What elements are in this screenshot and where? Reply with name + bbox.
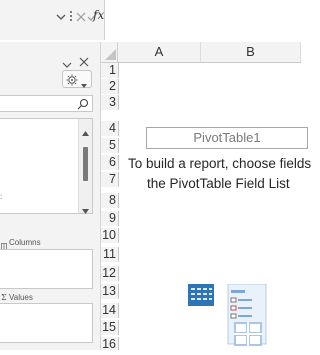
fx-label: fx bbox=[93, 8, 105, 22]
row-header[interactable]: 8 bbox=[101, 193, 119, 208]
row-header[interactable]: 7 bbox=[101, 172, 119, 187]
columns-drop-area[interactable] bbox=[0, 249, 93, 289]
chevron-down-icon[interactable] bbox=[56, 11, 66, 25]
row-header[interactable]: 3 bbox=[101, 95, 119, 110]
field-list bbox=[0, 118, 93, 214]
row-header[interactable]: 16 bbox=[101, 337, 119, 351]
formula-input[interactable] bbox=[104, 0, 301, 40]
field-list-scrollbar[interactable] bbox=[78, 119, 92, 214]
values-drop-area[interactable] bbox=[0, 303, 93, 343]
row-header[interactable]: 6 bbox=[101, 155, 119, 170]
select-all-corner[interactable] bbox=[101, 42, 118, 63]
chevron-down-icon bbox=[81, 76, 87, 94]
row-header[interactable]: 11 bbox=[101, 247, 119, 262]
tools-dropdown[interactable] bbox=[62, 70, 92, 88]
row-header[interactable]: 4 bbox=[101, 121, 119, 136]
row-header[interactable]: 2 bbox=[101, 79, 119, 94]
search-icon bbox=[77, 97, 89, 115]
cancel-x-icon[interactable] bbox=[76, 11, 86, 25]
row-header[interactable]: 13 bbox=[101, 284, 119, 299]
formula-bar: fx bbox=[0, 0, 301, 40]
pivot-field-pane: : Columns Σ Values bbox=[0, 42, 101, 350]
pivot-illustration bbox=[188, 283, 300, 350]
section-separator: : bbox=[0, 192, 3, 201]
pivot-table-name[interactable]: PivotTable1 bbox=[146, 127, 308, 149]
values-area-label: Values bbox=[9, 293, 33, 302]
pivot-instruction-line2: the PivotTable Field List bbox=[147, 176, 290, 191]
row-header[interactable]: 9 bbox=[101, 211, 119, 226]
row-header[interactable]: 15 bbox=[101, 320, 119, 335]
scroll-up-icon[interactable] bbox=[82, 123, 89, 141]
row-header[interactable]: 12 bbox=[101, 266, 119, 281]
row-header[interactable]: 1 bbox=[101, 63, 119, 78]
column-header-b[interactable]: B bbox=[201, 42, 301, 63]
column-header-a[interactable]: A bbox=[118, 42, 201, 63]
columns-area-label: Columns bbox=[9, 238, 41, 247]
more-icon[interactable] bbox=[69, 9, 73, 26]
gear-icon bbox=[66, 73, 78, 91]
field-search-input[interactable] bbox=[0, 95, 93, 112]
values-icon: Σ bbox=[1, 293, 7, 302]
pivot-instruction-line1: To build a report, choose fields bbox=[128, 156, 312, 171]
row-header[interactable]: 14 bbox=[101, 303, 119, 318]
scroll-thumb[interactable] bbox=[83, 147, 88, 181]
function-icon[interactable]: fx bbox=[93, 8, 104, 22]
row-header[interactable]: 5 bbox=[101, 138, 119, 153]
scroll-down-icon[interactable] bbox=[82, 201, 89, 219]
row-header[interactable]: 10 bbox=[101, 228, 119, 243]
